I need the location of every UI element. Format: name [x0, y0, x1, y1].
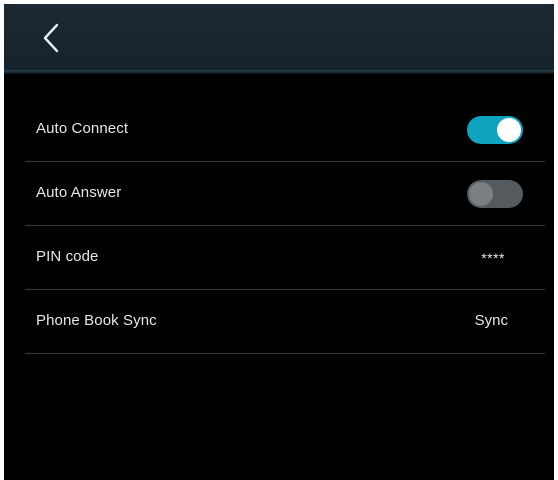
- auto-answer-toggle[interactable]: [467, 180, 523, 208]
- phone-book-sync-row: Phone Book Sync Sync: [25, 290, 545, 354]
- auto-answer-row: Auto Answer: [25, 162, 545, 226]
- auto-answer-label: Auto Answer: [36, 184, 122, 201]
- phone-book-sync-label: Phone Book Sync: [36, 312, 157, 329]
- toggle-knob: [497, 118, 521, 142]
- pin-code-row[interactable]: PIN code ****: [25, 226, 545, 290]
- top-bar: [4, 4, 554, 70]
- chevron-left-icon: [43, 23, 59, 53]
- pin-code-value[interactable]: ****: [481, 250, 505, 266]
- auto-connect-row: Auto Connect: [25, 98, 545, 162]
- auto-connect-toggle[interactable]: [467, 116, 523, 144]
- settings-screen: Auto Connect Auto Answer PIN code **** P…: [4, 4, 554, 480]
- sync-button[interactable]: Sync: [475, 312, 508, 329]
- toggle-knob: [469, 182, 493, 206]
- auto-connect-label: Auto Connect: [36, 120, 129, 137]
- back-button[interactable]: [32, 16, 72, 60]
- settings-list: Auto Connect Auto Answer PIN code **** P…: [25, 98, 545, 354]
- pin-code-label: PIN code: [36, 248, 99, 265]
- top-bar-divider: [4, 70, 554, 74]
